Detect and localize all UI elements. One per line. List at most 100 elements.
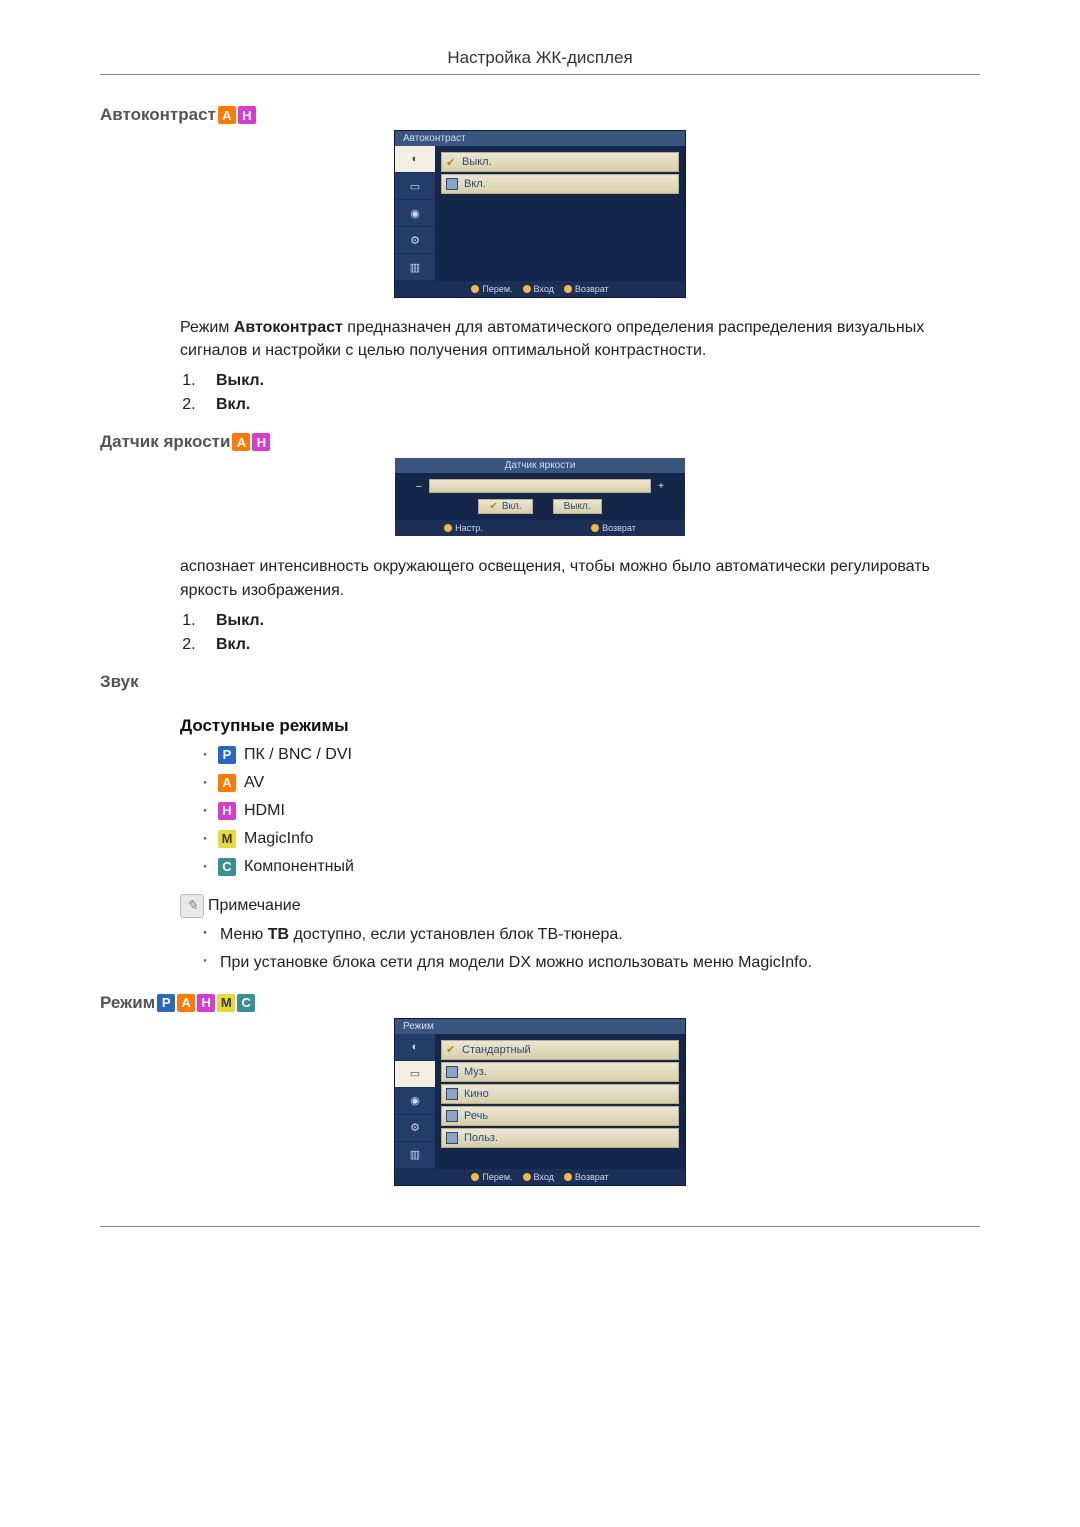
enter-icon bbox=[523, 285, 531, 293]
sidebar-option-icon[interactable]: ⚙ bbox=[395, 227, 435, 254]
bullet-icon: ● bbox=[200, 836, 210, 842]
osd-option-movie[interactable]: Кино bbox=[441, 1084, 679, 1104]
autocontrast-list: Выкл. Вкл. bbox=[200, 372, 980, 414]
note-item: ●Меню ТВ доступно, если установлен блок … bbox=[200, 924, 980, 946]
sidebar-sound-icon[interactable]: ▭ bbox=[395, 173, 435, 200]
footer-enter: Вход bbox=[523, 284, 554, 294]
osd-footer: Настр. Возврат bbox=[395, 520, 685, 536]
bullet-icon: ● bbox=[200, 752, 210, 758]
note-icon: ✎ bbox=[180, 894, 204, 918]
badge-p-icon: P bbox=[157, 994, 175, 1012]
osd-sidebar: ◐ ▭ ◉ ⚙ ▥ bbox=[395, 1034, 435, 1169]
badge-h-icon: H bbox=[238, 106, 256, 124]
osd-option-off[interactable]: ✔ Выкл. bbox=[441, 152, 679, 172]
sidebar-setup-icon[interactable]: ◉ bbox=[395, 200, 435, 227]
para-bold: Автоконтраст bbox=[234, 319, 343, 336]
osd-body: ◐ ▭ ◉ ⚙ ▥ ✔ Выкл. Вкл. bbox=[395, 146, 685, 281]
osd-main: ✔Стандартный Муз. Кино Речь Польз. bbox=[435, 1034, 685, 1169]
sidebar-multi-icon[interactable]: ▥ bbox=[395, 254, 435, 281]
brightness-paragraph: аспознает интенсивность окружающего осве… bbox=[180, 555, 980, 601]
badge-h-icon: H bbox=[252, 433, 270, 451]
badge-a-icon: A bbox=[218, 106, 236, 124]
mode-label: AV bbox=[244, 774, 264, 792]
diamond-icon bbox=[471, 285, 479, 293]
osd-option-standard[interactable]: ✔Стандартный bbox=[441, 1040, 679, 1060]
badge-a-icon: A bbox=[232, 433, 250, 451]
option-label: Польз. bbox=[464, 1132, 498, 1144]
osd-option-on[interactable]: Вкл. bbox=[441, 174, 679, 194]
badge-h-icon: H bbox=[218, 802, 236, 820]
sidebar-picture-icon[interactable]: ◐ bbox=[395, 1034, 435, 1061]
osd-mode: Режим ◐ ▭ ◉ ⚙ ▥ ✔Стандартный Муз. Кино Р… bbox=[395, 1019, 685, 1185]
section-mode-heading: Режим P A H M C bbox=[100, 993, 980, 1013]
modes-list: ●PПК / BNC / DVI ●AAV ●HHDMI ●MMagicInfo… bbox=[200, 746, 980, 876]
mode-item-av: ●AAV bbox=[200, 774, 980, 792]
bullet-icon: ● bbox=[200, 864, 210, 870]
section-autocontrast-heading: Автоконтраст A H bbox=[100, 105, 980, 125]
option-label: Речь bbox=[464, 1110, 488, 1122]
osd-off-button[interactable]: Выкл. bbox=[553, 499, 602, 514]
osd-option-music[interactable]: Муз. bbox=[441, 1062, 679, 1082]
option-label: Выкл. bbox=[462, 156, 492, 168]
bullet-icon: ● bbox=[200, 780, 210, 786]
return-icon bbox=[564, 285, 572, 293]
heading-text: Автоконтраст bbox=[100, 105, 216, 125]
return-icon bbox=[591, 524, 599, 532]
footer-move: Перем. bbox=[471, 1172, 512, 1182]
osd-autocontrast-wrapper: Автоконтраст ◐ ▭ ◉ ⚙ ▥ ✔ Выкл. Вкл bbox=[100, 131, 980, 298]
osd-on-button[interactable]: ✔Вкл. bbox=[478, 499, 532, 514]
option-label: Стандартный bbox=[462, 1044, 531, 1056]
box-icon bbox=[446, 1110, 458, 1122]
osd-title: Автоконтраст bbox=[395, 131, 685, 146]
note-heading: ✎ Примечание bbox=[180, 894, 980, 918]
osd-title: Режим bbox=[395, 1019, 685, 1034]
badge-m-icon: M bbox=[218, 830, 236, 848]
osd-option-custom[interactable]: Польз. bbox=[441, 1128, 679, 1148]
osd-option-speech[interactable]: Речь bbox=[441, 1106, 679, 1126]
osd-brightness-wrapper: Датчик яркости – + ✔Вкл. Выкл. Настр. Во… bbox=[100, 458, 980, 537]
check-icon: ✔ bbox=[489, 501, 497, 512]
osd-title: Датчик яркости bbox=[395, 458, 685, 473]
badge-p-icon: P bbox=[218, 746, 236, 764]
sidebar-option-icon[interactable]: ⚙ bbox=[395, 1115, 435, 1142]
section-brightness-heading: Датчик яркости A H bbox=[100, 432, 980, 452]
sidebar-sound-icon[interactable]: ▭ bbox=[395, 1061, 435, 1088]
mode-item-component: ●CКомпонентный bbox=[200, 858, 980, 876]
list-item: Вкл. bbox=[200, 396, 980, 414]
box-icon bbox=[446, 1132, 458, 1144]
badge-a-icon: A bbox=[177, 994, 195, 1012]
mode-label: ПК / BNC / DVI bbox=[244, 746, 352, 764]
osd-autocontrast: Автоконтраст ◐ ▭ ◉ ⚙ ▥ ✔ Выкл. Вкл bbox=[395, 131, 685, 297]
footer-return: Возврат bbox=[591, 523, 636, 533]
badge-c-icon: C bbox=[218, 858, 236, 876]
diamond-icon bbox=[444, 524, 452, 532]
return-icon bbox=[564, 1173, 572, 1181]
heading-text: Режим bbox=[100, 993, 155, 1013]
mode-item-pc: ● P ПК / BNC / DVI bbox=[200, 746, 980, 764]
osd-footer: Перем. Вход Возврат bbox=[395, 1169, 685, 1185]
check-icon: ✔ bbox=[446, 156, 456, 169]
osd-slider-row: – + bbox=[395, 473, 685, 499]
para-prefix: Режим bbox=[180, 319, 234, 336]
sidebar-picture-icon[interactable]: ◐ bbox=[395, 146, 435, 173]
osd-sidebar: ◐ ▭ ◉ ⚙ ▥ bbox=[395, 146, 435, 281]
heading-text: Звук bbox=[100, 672, 139, 692]
sidebar-multi-icon[interactable]: ▥ bbox=[395, 1142, 435, 1169]
footer-adjust: Настр. bbox=[444, 523, 483, 533]
available-modes-heading: Доступные режимы bbox=[180, 716, 980, 736]
osd-footer: Перем. Вход Возврат bbox=[395, 281, 685, 297]
osd-buttons: ✔Вкл. Выкл. bbox=[395, 499, 685, 520]
minus-icon[interactable]: – bbox=[415, 481, 423, 492]
list-item: Выкл. bbox=[200, 612, 980, 630]
document-page: Настройка ЖК-дисплея Автоконтраст A H Ав… bbox=[80, 40, 1000, 1227]
brightness-slider[interactable] bbox=[429, 479, 651, 493]
sidebar-setup-icon[interactable]: ◉ bbox=[395, 1088, 435, 1115]
plus-icon[interactable]: + bbox=[657, 481, 665, 492]
note-label: Примечание bbox=[208, 897, 301, 915]
list-item: Выкл. bbox=[200, 372, 980, 390]
option-label: Кино bbox=[464, 1088, 489, 1100]
heading-text: Датчик яркости bbox=[100, 432, 230, 452]
bullet-icon: ● bbox=[200, 808, 210, 814]
footer-enter: Вход bbox=[523, 1172, 554, 1182]
divider bbox=[100, 1226, 980, 1227]
